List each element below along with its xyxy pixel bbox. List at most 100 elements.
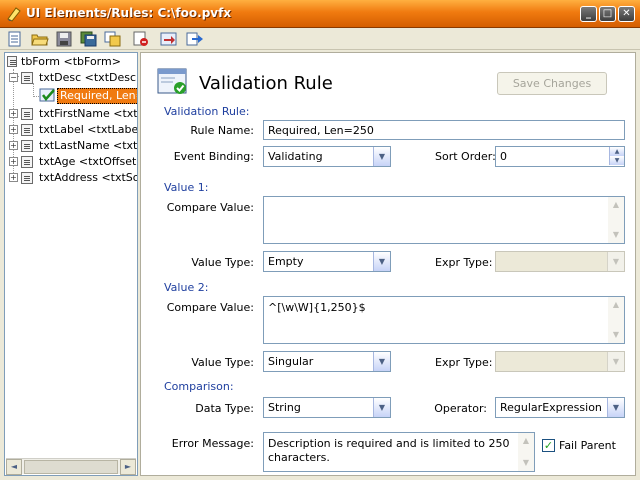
fail-parent-label: Fail Parent [559, 439, 616, 452]
textbox-icon [21, 172, 33, 184]
tree-node-label: txtAddress <txtSortOrder> [39, 171, 137, 184]
sort-order-stepper[interactable]: 0 ▲ ▼ [495, 146, 625, 167]
tree-horizontal-scrollbar[interactable]: ◄ ► [6, 458, 136, 475]
delete-icon[interactable] [132, 31, 150, 47]
error-message-label: Error Message: [171, 437, 254, 450]
event-binding-select[interactable]: Validating ▼ [263, 146, 391, 167]
dropdown-arrow-icon[interactable]: ▼ [373, 352, 390, 371]
event-binding-label: Event Binding: [173, 150, 254, 163]
expand-icon[interactable]: + [9, 141, 18, 150]
textbox-icon [21, 124, 33, 136]
sort-order-label: Sort Order: [435, 150, 496, 163]
textbox-icon [21, 140, 33, 152]
section-comparison: Comparison: [164, 380, 234, 393]
app-icon [7, 7, 21, 22]
value-type2-value: Singular [268, 355, 314, 368]
save-changes-button[interactable]: Save Changes [497, 72, 607, 95]
compare-value1-label: Compare Value: [166, 201, 254, 214]
minimize-button[interactable]: _ [580, 6, 597, 22]
scroll-down-icon[interactable]: ▼ [608, 227, 624, 243]
validation-rule-panel: Validation Rule Save Changes Validation … [140, 52, 636, 476]
tree-node-label: txtAge <txtOffset> [39, 155, 138, 168]
rules-tree[interactable]: tbForm <tbForm> − txtDesc <txtDesc> Requ… [4, 52, 138, 476]
close-button[interactable]: ✕ [618, 6, 635, 22]
compare-value2-label: Compare Value: [166, 301, 254, 314]
data-type-label: Data Type: [195, 402, 254, 415]
dropdown-arrow-icon[interactable]: ▼ [373, 252, 390, 271]
expand-icon[interactable]: + [9, 173, 18, 182]
scroll-up-icon[interactable]: ▲ [608, 297, 624, 313]
save-icon[interactable] [55, 31, 73, 47]
spin-buttons[interactable]: ▲ ▼ [609, 147, 624, 166]
import-icon[interactable] [160, 31, 178, 47]
event-binding-value: Validating [268, 150, 323, 163]
new-icon[interactable] [6, 31, 24, 47]
spin-down-icon[interactable]: ▼ [609, 156, 624, 165]
copy-icon[interactable] [104, 31, 122, 47]
scroll-down-icon[interactable]: ▼ [608, 327, 624, 343]
tree-node-label: txtLastName <txtName> [39, 139, 138, 152]
textarea-scrollbar[interactable]: ▲ ▼ [518, 433, 534, 471]
spin-up-icon[interactable]: ▲ [609, 147, 624, 156]
tree-node-label: txtDesc <txtDesc> [39, 71, 138, 84]
dropdown-arrow-icon[interactable]: ▼ [607, 352, 624, 371]
scroll-left-button[interactable]: ◄ [6, 459, 22, 475]
value-type2-select[interactable]: Singular ▼ [263, 351, 391, 372]
toolbar [0, 28, 640, 50]
expand-icon[interactable]: + [9, 109, 18, 118]
scroll-thumb[interactable] [24, 460, 118, 474]
data-type-select[interactable]: String ▼ [263, 397, 391, 418]
textbox-icon [21, 156, 33, 168]
expr-type1-select[interactable]: ▼ [495, 251, 625, 272]
window-title: UI Elements/Rules: C:\foo.pvfx [26, 6, 232, 20]
app-window: UI Elements/Rules: C:\foo.pvfx _ □ ✕ tbF… [0, 0, 640, 480]
dropdown-arrow-icon[interactable]: ▼ [607, 398, 624, 417]
dropdown-arrow-icon[interactable]: ▼ [607, 252, 624, 271]
sort-order-value: 0 [500, 150, 507, 163]
expr-type2-label: Expr Type: [435, 356, 493, 369]
maximize-button[interactable]: □ [599, 6, 616, 22]
dropdown-arrow-icon[interactable]: ▼ [373, 147, 390, 166]
error-message-input[interactable]: Description is required and is limited t… [263, 432, 535, 472]
scroll-up-icon[interactable]: ▲ [608, 197, 624, 213]
tree-node-label: txtFirstName <txtDstName> [39, 107, 138, 120]
collapse-icon[interactable]: − [9, 73, 18, 82]
value-type1-value: Empty [268, 255, 304, 268]
value-type1-label: Value Type: [191, 256, 254, 269]
export-icon[interactable] [186, 31, 204, 47]
panel-title: Validation Rule [199, 73, 333, 94]
expr-type1-label: Expr Type: [435, 256, 493, 269]
open-icon[interactable] [31, 31, 49, 47]
compare-value1-input[interactable]: ▲ ▼ [263, 196, 625, 244]
expr-type2-select[interactable]: ▼ [495, 351, 625, 372]
tree-node-label: txtLabel <txtLabel> [39, 123, 138, 136]
textarea-scrollbar[interactable]: ▲ ▼ [608, 197, 624, 243]
expand-icon[interactable]: + [9, 125, 18, 134]
textbox-icon [21, 72, 33, 84]
rule-name-input[interactable]: Required, Len=250 [263, 120, 625, 140]
scroll-up-icon[interactable]: ▲ [518, 433, 534, 449]
validation-rule-icon [157, 68, 187, 94]
fail-parent-checkbox[interactable]: ✓ [542, 439, 555, 452]
save-all-icon[interactable] [80, 31, 98, 47]
tree-node-label: Required, Len=250 [57, 88, 137, 104]
scroll-right-button[interactable]: ► [120, 459, 136, 475]
section-value1: Value 1: [164, 181, 209, 194]
textarea-scrollbar[interactable]: ▲ ▼ [608, 297, 624, 343]
operator-select[interactable]: RegularExpression ▼ [495, 397, 625, 418]
dropdown-arrow-icon[interactable]: ▼ [373, 398, 390, 417]
textbox-icon [21, 108, 33, 120]
value-type2-label: Value Type: [191, 356, 254, 369]
error-message-text: Description is required and is limited t… [268, 437, 510, 464]
value-type1-select[interactable]: Empty ▼ [263, 251, 391, 272]
compare-value2-text: ^[\w\W]{1,250}$ [268, 301, 366, 314]
expand-icon[interactable]: + [9, 157, 18, 166]
form-icon [7, 56, 17, 67]
tree-node-label: tbForm <tbForm> [21, 55, 121, 68]
title-bar[interactable]: UI Elements/Rules: C:\foo.pvfx _ □ ✕ [0, 0, 640, 28]
compare-value2-input[interactable]: ^[\w\W]{1,250}$ ▲ ▼ [263, 296, 625, 344]
operator-label: Operator: [434, 402, 487, 415]
operator-value: RegularExpression [500, 401, 602, 414]
scroll-down-icon[interactable]: ▼ [518, 455, 534, 471]
section-value2: Value 2: [164, 281, 209, 294]
